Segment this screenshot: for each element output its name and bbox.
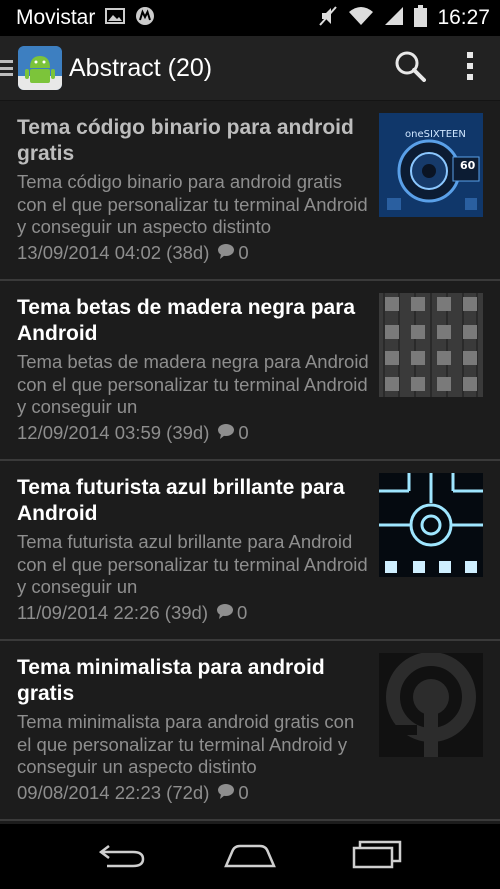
article-title: Tema código binario para android gratis [17,116,354,165]
navigation-bar [0,824,500,889]
motorola-notification-icon [135,6,155,31]
recents-button[interactable] [337,824,417,889]
comment-count: 0 [238,422,249,443]
app-android-icon[interactable] [18,46,62,90]
article-thumbnail [379,473,483,577]
carrier-name: Movistar [16,6,96,29]
comment-icon [216,602,234,624]
article-description: Tema código binario para android gratis … [17,171,368,237]
article-list: Tema código binario para android gratis … [0,101,500,824]
wifi-icon [348,6,374,31]
article-date: 11/09/2014 22:26 (39d) [17,602,208,623]
comment-icon [217,422,235,444]
comment-icon [217,782,235,804]
comment-count: 0 [238,242,249,263]
thumbnail-caption: oneSIXTEEN [405,129,466,140]
recents-icon [352,839,402,874]
search-icon [394,50,426,87]
screen-title: Abstract (20) [69,53,213,82]
thumbnail-badge: 60 [460,159,476,172]
article-thumbnail: oneSIXTEEN 60 [379,113,483,217]
overflow-menu-button[interactable] [440,36,500,100]
article-title: Tema betas de madera negra para Android [17,296,356,345]
signal-icon [384,6,404,31]
gallery-notification-icon [105,7,126,30]
comment-count: 0 [238,782,249,803]
status-bar: Movistar 16:27 [0,0,500,36]
article-thumbnail [379,653,483,757]
back-icon [99,840,147,873]
home-button[interactable] [210,824,290,889]
back-button[interactable] [83,824,163,889]
article-thumbnail [379,293,483,397]
article-item[interactable]: Tema betas de madera negra para Android … [0,281,500,461]
clock: 16:27 [437,6,490,29]
comment-icon [217,242,235,264]
article-description: Tema betas de madera negra para Android … [17,351,369,417]
article-description: Tema minimalista para android gratis con… [17,711,355,777]
article-description: Tema futurista azul brillante para Andro… [17,531,368,597]
article-title: Tema futurista azul brillante para Andro… [17,476,345,525]
overflow-menu-icon [466,51,474,86]
search-button[interactable] [380,36,440,100]
mute-icon [318,5,338,32]
action-bar: Abstract (20) [0,36,500,101]
comment-count: 0 [236,602,248,623]
article-date: 13/09/2014 04:02 (38d) [17,242,210,263]
article-item[interactable]: Tema futurista azul brillante para Andro… [0,461,500,641]
drawer-icon[interactable] [0,58,14,78]
home-icon [224,840,276,873]
article-date: 09/08/2014 22:23 (72d) [17,782,210,803]
article-item[interactable]: Tema código binario para android gratis … [0,101,500,281]
article-title: Tema minimalista para android gratis [17,656,325,705]
battery-icon [414,4,428,32]
article-date: 12/09/2014 03:59 (39d) [17,422,210,443]
article-item[interactable]: Tema minimalista para android gratis Tem… [0,641,500,821]
